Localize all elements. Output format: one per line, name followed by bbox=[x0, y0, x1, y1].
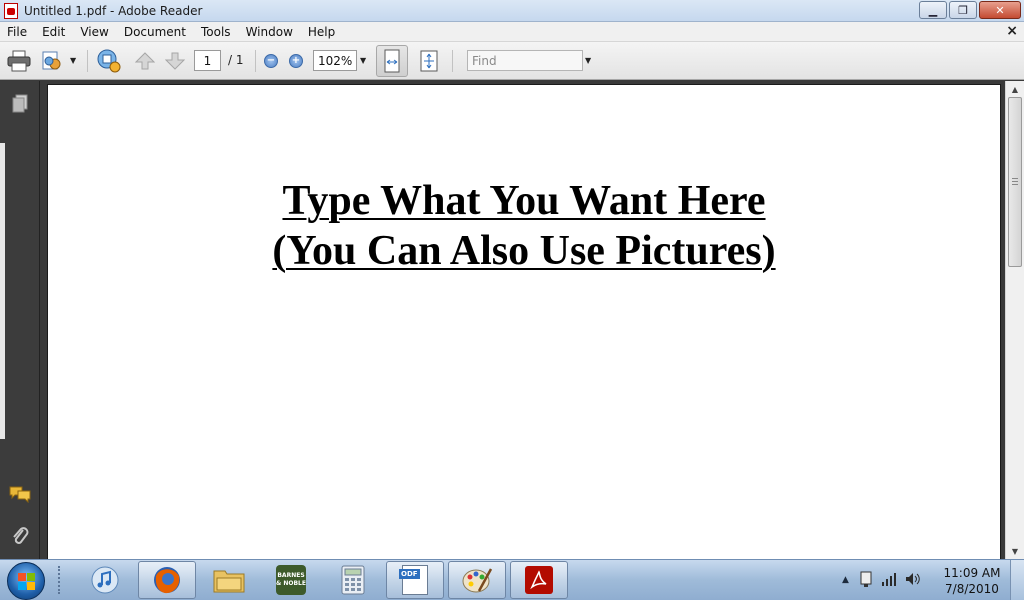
page-total: / 1 bbox=[228, 53, 244, 67]
menu-document[interactable]: Document bbox=[117, 25, 194, 39]
minimize-button[interactable]: ▁ bbox=[919, 1, 947, 19]
navigation-panel bbox=[0, 81, 40, 559]
fit-width-button[interactable] bbox=[376, 45, 408, 77]
adobe-reader-badge bbox=[525, 566, 553, 594]
document-heading-line-1: Type What You Want Here bbox=[282, 178, 766, 224]
scroll-up-icon[interactable]: ▲ bbox=[1006, 81, 1024, 97]
show-desktop-button[interactable] bbox=[1010, 560, 1024, 600]
zoom-out-icon[interactable]: − bbox=[264, 54, 278, 68]
select-tool-icon[interactable] bbox=[95, 47, 123, 75]
close-window-button[interactable]: ✕ bbox=[979, 1, 1021, 19]
scroll-down-icon[interactable]: ▼ bbox=[1006, 543, 1024, 559]
find-dropdown-icon[interactable]: ▼ bbox=[585, 56, 591, 65]
menu-window[interactable]: Window bbox=[239, 25, 301, 39]
clock-date: 7/8/2010 bbox=[945, 582, 999, 596]
clock-time: 11:09 AM bbox=[943, 566, 1001, 580]
quick-launch-grip bbox=[58, 566, 64, 594]
adobe-reader-icon[interactable] bbox=[510, 561, 568, 599]
find-input[interactable]: Find bbox=[467, 50, 583, 71]
next-page-icon[interactable] bbox=[164, 51, 186, 71]
paint-icon[interactable] bbox=[448, 561, 506, 599]
scroll-thumb[interactable] bbox=[1008, 97, 1022, 267]
windows-logo-icon bbox=[17, 572, 35, 590]
zoom-level-input[interactable]: 102% bbox=[313, 50, 357, 71]
adobe-reader-app-icon[interactable] bbox=[4, 2, 18, 19]
show-hidden-icons-icon[interactable]: ▲ bbox=[842, 575, 849, 585]
odf-document-icon[interactable]: ODF bbox=[386, 561, 444, 599]
start-button[interactable] bbox=[7, 562, 45, 600]
itunes-icon[interactable] bbox=[76, 561, 134, 599]
odf-page-icon: ODF bbox=[399, 565, 428, 595]
menu-edit[interactable]: Edit bbox=[35, 25, 73, 39]
system-clock[interactable]: 11:09 AM 7/8/2010 bbox=[942, 565, 1002, 597]
volume-icon[interactable] bbox=[905, 572, 921, 589]
print-icon[interactable] bbox=[6, 50, 32, 72]
close-document-button[interactable]: × bbox=[1006, 23, 1018, 39]
collaborate-icon[interactable] bbox=[40, 49, 64, 73]
file-explorer-icon[interactable] bbox=[200, 561, 258, 599]
taskbar: BARNES & NOBLE ODF ▲ 11:09 AM 7/8/2010 bbox=[0, 559, 1024, 600]
vertical-scrollbar[interactable]: ▲ ▼ bbox=[1005, 81, 1024, 559]
pdf-page: Type What You Want Here (You Can Also Us… bbox=[47, 84, 1001, 559]
barnes-noble-label: BARNES & NOBLE bbox=[276, 565, 306, 595]
document-area: Type What You Want Here (You Can Also Us… bbox=[41, 81, 1004, 559]
menu-help[interactable]: Help bbox=[301, 25, 343, 39]
fit-page-icon[interactable] bbox=[418, 49, 440, 73]
scroll-grip bbox=[1012, 178, 1018, 179]
page-number-input[interactable]: 1 bbox=[194, 50, 221, 71]
barnes-noble-icon[interactable]: BARNES & NOBLE bbox=[262, 561, 320, 599]
panel-resize-strip[interactable] bbox=[0, 143, 5, 439]
odf-label: ODF bbox=[399, 569, 420, 579]
toolbar-separator bbox=[87, 50, 88, 72]
chevron-down-icon[interactable]: ▼ bbox=[70, 56, 76, 65]
comments-icon[interactable] bbox=[9, 483, 31, 505]
network-adapter-icon[interactable] bbox=[859, 571, 873, 590]
calculator-icon[interactable] bbox=[324, 561, 382, 599]
document-heading-line-2: (You Can Also Use Pictures) bbox=[272, 228, 776, 274]
attachments-icon[interactable] bbox=[9, 525, 31, 547]
previous-page-icon[interactable] bbox=[134, 51, 156, 71]
signal-strength-icon[interactable] bbox=[881, 572, 897, 589]
window-controls: ▁ ❐ ✕ bbox=[919, 1, 1021, 19]
toolbar-separator bbox=[452, 50, 453, 72]
firefox-icon[interactable] bbox=[138, 561, 196, 599]
title-bar: Untitled 1.pdf - Adobe Reader ▁ ❐ ✕ bbox=[0, 0, 1024, 22]
restore-button[interactable]: ❐ bbox=[949, 1, 977, 19]
menu-bar: File Edit View Document Tools Window Hel… bbox=[0, 22, 1024, 42]
menu-tools[interactable]: Tools bbox=[194, 25, 239, 39]
window-title: Untitled 1.pdf - Adobe Reader bbox=[24, 3, 203, 18]
zoom-in-icon[interactable]: + bbox=[289, 54, 303, 68]
menu-file[interactable]: File bbox=[0, 25, 35, 39]
pages-icon[interactable] bbox=[9, 93, 31, 115]
menu-view[interactable]: View bbox=[73, 25, 116, 39]
toolbar-separator bbox=[255, 50, 256, 72]
zoom-dropdown-icon[interactable]: ▼ bbox=[360, 56, 366, 65]
